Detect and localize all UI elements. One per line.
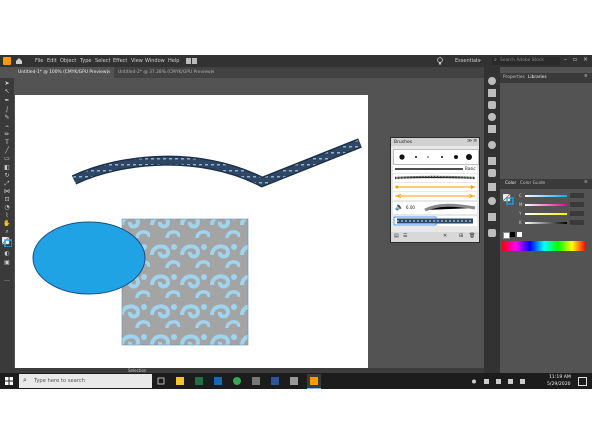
channel-y-field[interactable] [570, 211, 584, 216]
system-tray-icons[interactable] [470, 378, 536, 385]
brushes-panel-footer: ▤ ☰ ✕ ⊞ 🗑 [391, 232, 479, 242]
tab-color[interactable]: Color [505, 181, 516, 186]
taskbar-search-box[interactable]: ⌕ Type here to search [19, 374, 152, 388]
channel-m-label: M [519, 202, 523, 207]
dock-icon-8[interactable] [488, 169, 496, 177]
dock-icon-1[interactable] [488, 77, 496, 85]
windows-logo-icon[interactable] [5, 377, 13, 385]
brush-row-pressure[interactable]: 🔈 6.00 [393, 202, 477, 214]
taskbar-time[interactable]: 11:19 AM [549, 375, 571, 380]
calculator-icon[interactable] [252, 377, 260, 385]
channel-c-field[interactable] [570, 193, 584, 198]
tab-libraries[interactable]: Libraries [528, 75, 547, 80]
file-explorer-icon[interactable] [176, 377, 184, 385]
panel-menu-icon-color[interactable]: ≡ [584, 180, 588, 185]
brush-row-arrow[interactable] [393, 183, 477, 191]
channel-k-label: K [519, 220, 522, 225]
illustrator-icon [310, 377, 318, 385]
dock-icon-11[interactable] [488, 213, 496, 221]
pattern-rectangle[interactable] [121, 218, 249, 346]
excel-icon[interactable] [195, 377, 203, 385]
channel-y-slider[interactable] [525, 213, 567, 215]
tab-properties[interactable]: Properties [503, 75, 525, 80]
dock-icon-6[interactable] [488, 141, 496, 149]
basic-brush-label: Basic [465, 166, 476, 171]
panel-collapse-icon[interactable]: ≫ [467, 138, 472, 144]
brush-row-charcoal[interactable] [393, 174, 477, 182]
chrome-icon[interactable] [233, 377, 241, 385]
brush-swatch-row[interactable] [393, 149, 479, 165]
blue-ellipse[interactable] [32, 221, 146, 295]
channel-c-slider[interactable] [525, 195, 567, 197]
brush-libraries-icon[interactable]: ▤ [394, 233, 399, 239]
dock-icon-3[interactable] [488, 101, 496, 109]
dock-icon-7[interactable] [488, 157, 496, 165]
panel-menu-icon[interactable]: ≡ [473, 138, 477, 144]
channel-k-field[interactable] [570, 220, 584, 225]
brushes-panel-title: Brushes [394, 139, 413, 145]
brush-row-arrow-2[interactable] [393, 192, 477, 200]
brushes-panel: Brushes ≫ ≡ Basic 🔈 6.00 ▤ ☰ ✕ ⊞ 🗑 [390, 137, 480, 243]
brush-row-rope[interactable] [393, 216, 477, 226]
black-swatch[interactable] [510, 232, 515, 237]
channel-k-slider[interactable] [525, 222, 567, 224]
channel-m-field[interactable] [570, 202, 584, 207]
notification-icon[interactable] [578, 377, 587, 386]
tab-color-guide[interactable]: Color Guide [520, 181, 545, 186]
delete-brush-icon[interactable]: 🗑 [469, 233, 475, 239]
word-icon[interactable] [271, 377, 279, 385]
white-swatch[interactable] [517, 232, 522, 237]
channel-y-label: Y [519, 211, 522, 216]
dock-icon-12[interactable] [488, 229, 496, 237]
brush-row-basic[interactable]: Basic [393, 165, 477, 173]
tools-icon[interactable] [290, 377, 298, 385]
dock-icon-2[interactable] [488, 89, 496, 97]
channel-m-slider[interactable] [525, 204, 567, 206]
taskbar-search-placeholder: Type here to search [34, 378, 85, 384]
outlook-icon[interactable] [214, 377, 222, 385]
panel-menu-icon-top[interactable]: ≡ [584, 74, 588, 79]
none-swatch[interactable] [503, 232, 510, 239]
dock-icon-9[interactable] [488, 183, 496, 191]
illustrator-taskbar-icon[interactable] [307, 374, 321, 389]
color-spectrum[interactable] [502, 241, 586, 251]
volume-icon: 🔈 [395, 203, 404, 211]
color-fill-stroke-swatch[interactable] [502, 193, 514, 205]
channel-c-label: C [519, 193, 522, 198]
dock-icon-5[interactable] [488, 125, 496, 133]
dock-icon-10[interactable] [488, 197, 496, 205]
remove-stroke-icon[interactable]: ✕ [443, 233, 447, 239]
new-brush-icon[interactable]: ⊞ [459, 233, 463, 239]
brush-options-icon[interactable]: ☰ [403, 233, 407, 239]
task-view-icon[interactable] [157, 377, 165, 385]
taskbar-search-icon: ⌕ [23, 376, 27, 384]
brush-size-value: 6.00 [406, 205, 415, 210]
dock-icon-4[interactable] [488, 113, 496, 121]
taskbar-date[interactable]: 5/29/2020 [547, 382, 571, 387]
